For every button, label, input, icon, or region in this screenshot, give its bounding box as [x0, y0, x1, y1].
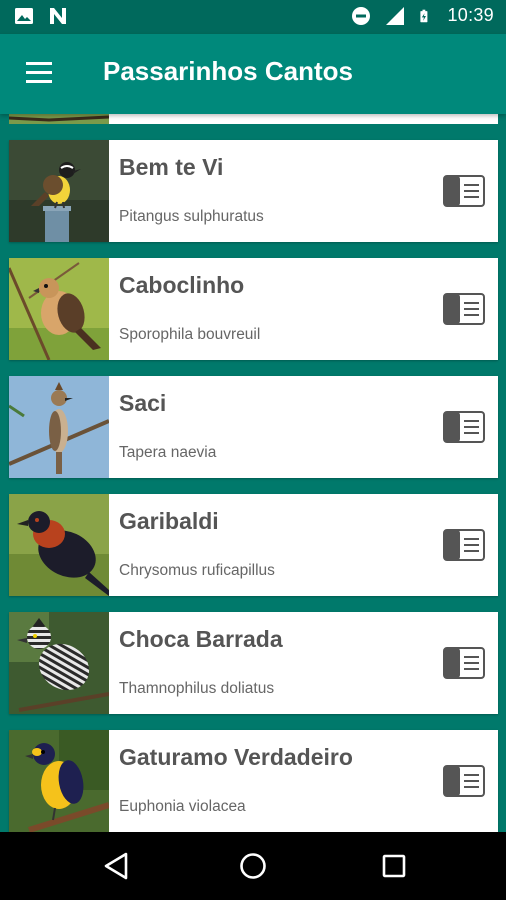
- bird-name: Saci: [119, 390, 167, 416]
- signal-icon: [386, 6, 405, 25]
- image-icon: [15, 8, 33, 24]
- detail-list-icon[interactable]: [443, 175, 485, 207]
- recents-square-icon[interactable]: [374, 848, 414, 884]
- list-item-partial[interactable]: [9, 114, 498, 124]
- detail-list-icon[interactable]: [443, 411, 485, 443]
- home-circle-icon[interactable]: [233, 848, 273, 884]
- app-title: Passarinhos Cantos: [103, 56, 353, 86]
- do-not-disturb-icon: [352, 6, 371, 25]
- bem-te-vi-photo: [9, 140, 109, 242]
- detail-list-icon[interactable]: [443, 529, 485, 561]
- list-item[interactable]: Caboclinho Sporophila bouvreuil: [9, 258, 498, 360]
- caboclinho-photo: [9, 258, 109, 360]
- bird-scientific-name: Pitangus sulphuratus: [119, 208, 264, 225]
- status-bar: 10:39: [0, 0, 506, 34]
- bird-scientific-name: Thamnophilus doliatus: [119, 680, 275, 697]
- back-triangle-icon[interactable]: [96, 848, 136, 884]
- app-bar: Passarinhos Cantos: [0, 34, 506, 114]
- bird-photo: [9, 114, 110, 124]
- detail-list-icon[interactable]: [443, 293, 485, 325]
- battery-charging-icon: [420, 9, 428, 22]
- navigation-bar: [0, 832, 506, 900]
- bird-name: Bem te Vi: [119, 154, 224, 180]
- list-item[interactable]: Choca Barrada Thamnophilus doliatus: [9, 612, 498, 714]
- list-item[interactable]: Garibaldi Chrysomus ruficapillus: [9, 494, 498, 596]
- saci-photo: [9, 376, 109, 478]
- hamburger-menu-icon[interactable]: [22, 58, 56, 92]
- choca-barrada-photo: [9, 612, 109, 714]
- garibaldi-photo: [9, 494, 109, 596]
- list-item[interactable]: Saci Tapera naevia: [9, 376, 498, 478]
- list-item[interactable]: Bem te Vi Pitangus sulphuratus: [9, 140, 498, 242]
- detail-list-icon[interactable]: [443, 765, 485, 797]
- bird-name: Choca Barrada: [119, 626, 283, 652]
- bird-list[interactable]: Bem te Vi Pitangus sulphuratus Caboclinh…: [0, 114, 506, 832]
- bird-scientific-name: Euphonia violacea: [119, 798, 246, 815]
- bird-scientific-name: Chrysomus ruficapillus: [119, 562, 275, 579]
- n-icon: [50, 8, 66, 24]
- gaturamo-photo: [9, 730, 109, 832]
- bird-name: Gaturamo Verdadeiro: [119, 744, 353, 770]
- bird-name: Caboclinho: [119, 272, 245, 298]
- bird-scientific-name: Tapera naevia: [119, 444, 217, 461]
- bird-scientific-name: Sporophila bouvreuil: [119, 326, 261, 343]
- list-item[interactable]: Gaturamo Verdadeiro Euphonia violacea: [9, 730, 498, 832]
- clock: 10:39: [447, 5, 494, 25]
- bird-name: Garibaldi: [119, 508, 219, 534]
- detail-list-icon[interactable]: [443, 647, 485, 679]
